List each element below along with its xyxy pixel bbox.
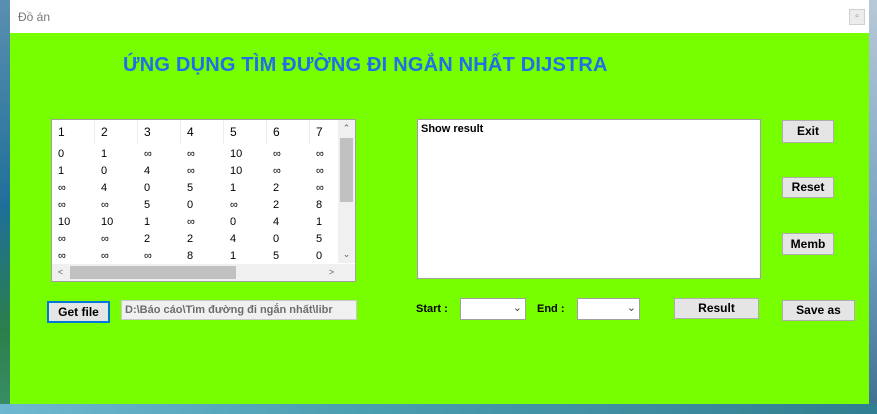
desktop-background-right [869, 0, 877, 414]
table-row[interactable]: ∞ ∞ 5 0 ∞ 2 8 [52, 197, 353, 214]
desktop-background-bottom [0, 404, 877, 414]
table-cell[interactable]: ∞ [138, 248, 181, 265]
table-row[interactable]: ∞ ∞ 2 2 4 0 5 [52, 231, 353, 248]
table-cell[interactable]: ∞ [52, 248, 95, 265]
chevron-down-icon: ⌄ [626, 302, 636, 314]
grid-header-row: 1234567 [52, 120, 353, 144]
app-window: Đồ án ▫ ỨNG DỤNG TÌM ĐƯỜNG ĐI NGẮN NHẤT … [10, 0, 869, 404]
table-cell[interactable]: ∞ [52, 197, 95, 214]
table-cell[interactable]: ∞ [181, 146, 224, 163]
matrix-grid[interactable]: 1234567 0 1 ∞ ∞ 10 ∞ ∞ 1 0 4 ∞ 10 ∞ ∞ ∞ 4 0 5 1 2 ∞ ∞ ∞ 5 0 ∞ 2 8 10… [51, 119, 356, 282]
grid-column-header[interactable]: 6 [267, 120, 310, 144]
form-client-area: ỨNG DỤNG TÌM ĐƯỜNG ĐI NGẮN NHẤT DIJSTRA … [10, 33, 869, 404]
scroll-down-icon[interactable]: ⌄ [338, 246, 355, 263]
table-cell[interactable]: 5 [267, 248, 310, 265]
window-control-icon[interactable]: ▫ [849, 9, 865, 25]
table-cell[interactable]: 2 [267, 180, 310, 197]
vertical-scrollbar[interactable]: ⌃ ⌄ [338, 120, 355, 263]
table-cell[interactable]: ∞ [181, 163, 224, 180]
table-cell[interactable]: 4 [267, 214, 310, 231]
window-title: Đồ án [18, 10, 51, 24]
page-title: ỨNG DỤNG TÌM ĐƯỜNG ĐI NGẮN NHẤT DIJSTRA [123, 54, 608, 76]
table-cell[interactable]: 10 [95, 214, 138, 231]
table-cell[interactable]: 2 [267, 197, 310, 214]
table-cell[interactable]: ∞ [267, 163, 310, 180]
end-select[interactable]: ⌄ [577, 298, 640, 320]
table-cell[interactable]: 0 [267, 231, 310, 248]
table-row[interactable]: ∞ ∞ ∞ 8 1 5 0 [52, 248, 353, 265]
table-cell[interactable]: 1 [224, 180, 267, 197]
table-cell[interactable]: ∞ [52, 180, 95, 197]
start-select[interactable]: ⌄ [460, 298, 526, 320]
table-cell[interactable]: 5 [138, 197, 181, 214]
table-cell[interactable]: 4 [138, 163, 181, 180]
exit-button[interactable]: Exit [782, 120, 834, 143]
scroll-up-icon[interactable]: ⌃ [338, 120, 355, 137]
table-cell[interactable]: 0 [224, 214, 267, 231]
table-cell[interactable]: 4 [224, 231, 267, 248]
vertical-scroll-thumb[interactable] [340, 138, 353, 202]
table-cell[interactable]: 4 [95, 180, 138, 197]
grid-column-header[interactable]: 4 [181, 120, 224, 144]
table-cell[interactable]: ∞ [95, 197, 138, 214]
table-cell[interactable]: ∞ [95, 248, 138, 265]
grid-column-header[interactable]: 5 [224, 120, 267, 144]
save-as-button[interactable]: Save as [782, 300, 855, 321]
grid-column-header[interactable]: 2 [95, 120, 138, 144]
table-cell[interactable]: ∞ [224, 197, 267, 214]
scroll-left-icon[interactable]: < [52, 264, 69, 281]
table-cell[interactable]: ∞ [181, 214, 224, 231]
horizontal-scrollbar[interactable]: < > [52, 264, 340, 281]
result-text: Show result [421, 123, 484, 135]
table-row[interactable]: 1 0 4 ∞ 10 ∞ ∞ [52, 163, 353, 180]
table-cell[interactable]: 1 [138, 214, 181, 231]
reset-button[interactable]: Reset [782, 177, 834, 198]
table-row[interactable]: ∞ 4 0 5 1 2 ∞ [52, 180, 353, 197]
desktop-background-left [0, 0, 10, 414]
table-cell[interactable]: 10 [224, 146, 267, 163]
table-cell[interactable]: ∞ [138, 146, 181, 163]
table-cell[interactable]: 1 [52, 163, 95, 180]
scrollbar-corner [338, 264, 355, 281]
grid-column-header[interactable]: 1 [52, 120, 95, 144]
chevron-down-icon: ⌄ [512, 302, 522, 314]
table-cell[interactable]: 10 [224, 163, 267, 180]
grid-column-header[interactable]: 3 [138, 120, 181, 144]
result-button[interactable]: Result [674, 298, 759, 319]
title-bar[interactable]: Đồ án ▫ [10, 0, 869, 33]
get-file-button[interactable]: Get file [47, 301, 110, 323]
table-cell[interactable]: 2 [138, 231, 181, 248]
table-cell[interactable]: ∞ [52, 231, 95, 248]
table-row[interactable]: 0 1 ∞ ∞ 10 ∞ ∞ [52, 146, 353, 163]
start-label: Start : [416, 303, 448, 315]
result-textbox[interactable]: Show result [417, 119, 761, 279]
memb-button[interactable]: Memb [782, 233, 834, 255]
grid-body: 0 1 ∞ ∞ 10 ∞ ∞ 1 0 4 ∞ 10 ∞ ∞ ∞ 4 0 5 1 2 ∞ ∞ ∞ 5 0 ∞ 2 8 10 10 1 ∞ 0 4 1 ∞… [52, 146, 353, 265]
table-cell[interactable]: 10 [52, 214, 95, 231]
table-cell[interactable]: 0 [95, 163, 138, 180]
table-row[interactable]: 10 10 1 ∞ 0 4 1 [52, 214, 353, 231]
table-cell[interactable]: ∞ [267, 146, 310, 163]
table-cell[interactable]: ∞ [95, 231, 138, 248]
table-cell[interactable]: 0 [181, 197, 224, 214]
table-cell[interactable]: 5 [181, 180, 224, 197]
table-cell[interactable]: 2 [181, 231, 224, 248]
table-cell[interactable]: 0 [52, 146, 95, 163]
file-path-field[interactable]: D:\Báo cáo\Tìm đường đi ngắn nhất\libr [121, 300, 357, 320]
table-cell[interactable]: 8 [181, 248, 224, 265]
table-cell[interactable]: 1 [95, 146, 138, 163]
table-cell[interactable]: 0 [138, 180, 181, 197]
horizontal-scroll-thumb[interactable] [70, 266, 236, 279]
table-cell[interactable]: 1 [224, 248, 267, 265]
end-label: End : [537, 303, 565, 315]
